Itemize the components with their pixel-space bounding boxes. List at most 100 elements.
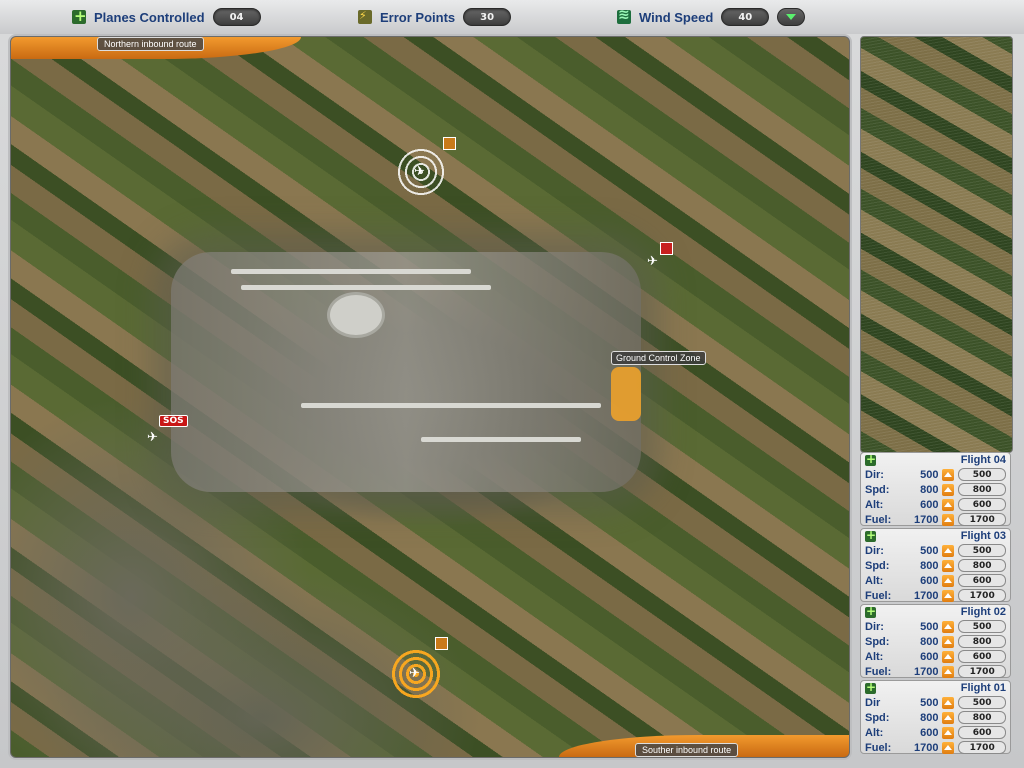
- flight-row-spd: Spd: 800 800: [861, 558, 1010, 573]
- error-points-label: Error Points: [380, 9, 456, 25]
- flight-row-spd: Spd: 800 800: [861, 482, 1010, 497]
- up-arrow-icon[interactable]: [942, 559, 955, 572]
- error-points-stat: Error Points 30: [358, 7, 512, 27]
- alt-input[interactable]: 600: [958, 650, 1007, 663]
- spd-input[interactable]: 800: [958, 483, 1007, 496]
- alt-input[interactable]: 600: [958, 726, 1007, 739]
- flight-row-alt: Alt: 600 600: [861, 573, 1010, 588]
- alt-input[interactable]: 600: [958, 574, 1007, 587]
- plus-icon[interactable]: [865, 452, 876, 466]
- selected-plane-radar-ring[interactable]: ✈: [391, 649, 441, 699]
- flight-row-dir: Dir 500 500: [861, 695, 1010, 710]
- plus-icon[interactable]: [865, 604, 876, 618]
- wind-speed-label: Wind Speed: [639, 9, 714, 25]
- fuel-input[interactable]: 1700: [958, 589, 1007, 602]
- up-arrow-icon[interactable]: [942, 635, 955, 648]
- wind-speed-value: 40: [721, 8, 770, 26]
- error-icon: [358, 9, 372, 24]
- row-value: 1700: [913, 589, 939, 602]
- dir-input[interactable]: 500: [958, 544, 1007, 557]
- row-label: Spd:: [865, 559, 890, 572]
- northern-route-label: Northern inbound route: [97, 37, 204, 51]
- row-label: Dir:: [865, 468, 884, 481]
- fuel-input[interactable]: 1700: [958, 741, 1007, 754]
- row-label: Alt:: [865, 650, 884, 663]
- plane-icon[interactable]: ✈: [147, 431, 158, 444]
- ground-control-zone-label: Ground Control Zone: [611, 351, 706, 365]
- planes-controlled-label: Planes Controlled: [94, 9, 205, 25]
- flight-row-spd: Spd: 800 800: [861, 710, 1010, 725]
- flight-row-fuel: Fuel: 1700 1700: [861, 740, 1010, 755]
- plus-icon[interactable]: [865, 680, 876, 694]
- flight-panel-01: Flight 01 Dir 500 500 Spd: 800 800 Alt: 600 60…: [860, 680, 1011, 754]
- up-arrow-icon[interactable]: [942, 620, 955, 633]
- flag-icon[interactable]: [443, 137, 456, 150]
- row-label: Dir:: [865, 544, 884, 557]
- row-value: 500: [920, 544, 939, 557]
- row-value: 500: [920, 468, 939, 481]
- up-arrow-icon[interactable]: [942, 696, 955, 709]
- row-label: Fuel:: [865, 513, 892, 526]
- row-label: Dir:: [865, 620, 884, 633]
- flag-icon[interactable]: [660, 242, 673, 255]
- up-arrow-icon[interactable]: [942, 650, 955, 663]
- spd-input[interactable]: 800: [958, 635, 1007, 648]
- flight-row-fuel: Fuel: 1700 1700: [861, 512, 1010, 527]
- row-value: 600: [920, 726, 939, 739]
- up-arrow-icon[interactable]: [942, 711, 955, 724]
- row-value: 500: [920, 696, 939, 709]
- up-arrow-icon[interactable]: [942, 665, 955, 678]
- flight-row-dir: Dir: 500 500: [861, 543, 1010, 558]
- flight-row-alt: Alt: 600 600: [861, 497, 1010, 512]
- up-arrow-icon[interactable]: [942, 589, 955, 602]
- airport-map[interactable]: Northern inbound route Souther inbound r…: [10, 36, 850, 758]
- alt-input[interactable]: 600: [958, 498, 1007, 511]
- plane-icon[interactable]: ✈: [414, 165, 425, 178]
- fuel-input[interactable]: 1700: [958, 665, 1007, 678]
- flag-icon[interactable]: [435, 637, 448, 650]
- up-arrow-icon[interactable]: [942, 544, 955, 557]
- sos-marker[interactable]: SOS: [159, 415, 188, 427]
- row-label: Fuel:: [865, 665, 892, 678]
- flight-row-fuel: Fuel: 1700 1700: [861, 664, 1010, 679]
- wind-speed-toggle-button[interactable]: [777, 8, 806, 26]
- up-arrow-icon[interactable]: [942, 483, 955, 496]
- row-label: Alt:: [865, 574, 884, 587]
- plane-radar-ring[interactable]: ✈: [396, 147, 446, 197]
- plane-icon[interactable]: ✈: [647, 255, 658, 268]
- row-value: 800: [920, 711, 939, 724]
- up-arrow-icon[interactable]: [942, 574, 955, 587]
- minimap[interactable]: [860, 36, 1013, 453]
- row-value: 600: [920, 574, 939, 587]
- row-label: Dir: [865, 696, 881, 709]
- planes-controlled-stat: Planes Controlled 04: [72, 7, 261, 27]
- ground-control-zone[interactable]: [611, 367, 641, 421]
- row-value: 500: [920, 620, 939, 633]
- up-arrow-icon[interactable]: [942, 468, 955, 481]
- row-value: 800: [920, 635, 939, 648]
- row-label: Spd:: [865, 635, 890, 648]
- spd-input[interactable]: 800: [958, 711, 1007, 724]
- row-value: 1700: [913, 665, 939, 678]
- fuel-input[interactable]: 1700: [958, 513, 1007, 526]
- runway: [301, 403, 601, 408]
- flight-panel-03: Flight 03 Dir: 500 500 Spd: 800 800 Alt: 600 6…: [860, 528, 1011, 602]
- dir-input[interactable]: 500: [958, 620, 1007, 633]
- planes-controlled-value: 04: [212, 8, 261, 26]
- up-arrow-icon[interactable]: [942, 498, 955, 511]
- flight-row-alt: Alt: 600 600: [861, 725, 1010, 740]
- top-status-bar: Planes Controlled 04 Error Points 30 Win…: [0, 0, 1024, 34]
- dir-input[interactable]: 500: [958, 468, 1007, 481]
- flight-title: Flight 02: [960, 606, 1006, 618]
- flight-row-alt: Alt: 600 600: [861, 649, 1010, 664]
- row-label: Fuel:: [865, 741, 892, 754]
- row-value: 1700: [913, 513, 939, 526]
- up-arrow-icon[interactable]: [942, 726, 955, 739]
- plane-icon[interactable]: ✈: [409, 667, 420, 680]
- up-arrow-icon[interactable]: [942, 513, 955, 526]
- up-arrow-icon[interactable]: [942, 741, 955, 754]
- dir-input[interactable]: 500: [958, 696, 1007, 709]
- row-label: Spd:: [865, 711, 890, 724]
- spd-input[interactable]: 800: [958, 559, 1007, 572]
- plus-icon[interactable]: [865, 528, 876, 542]
